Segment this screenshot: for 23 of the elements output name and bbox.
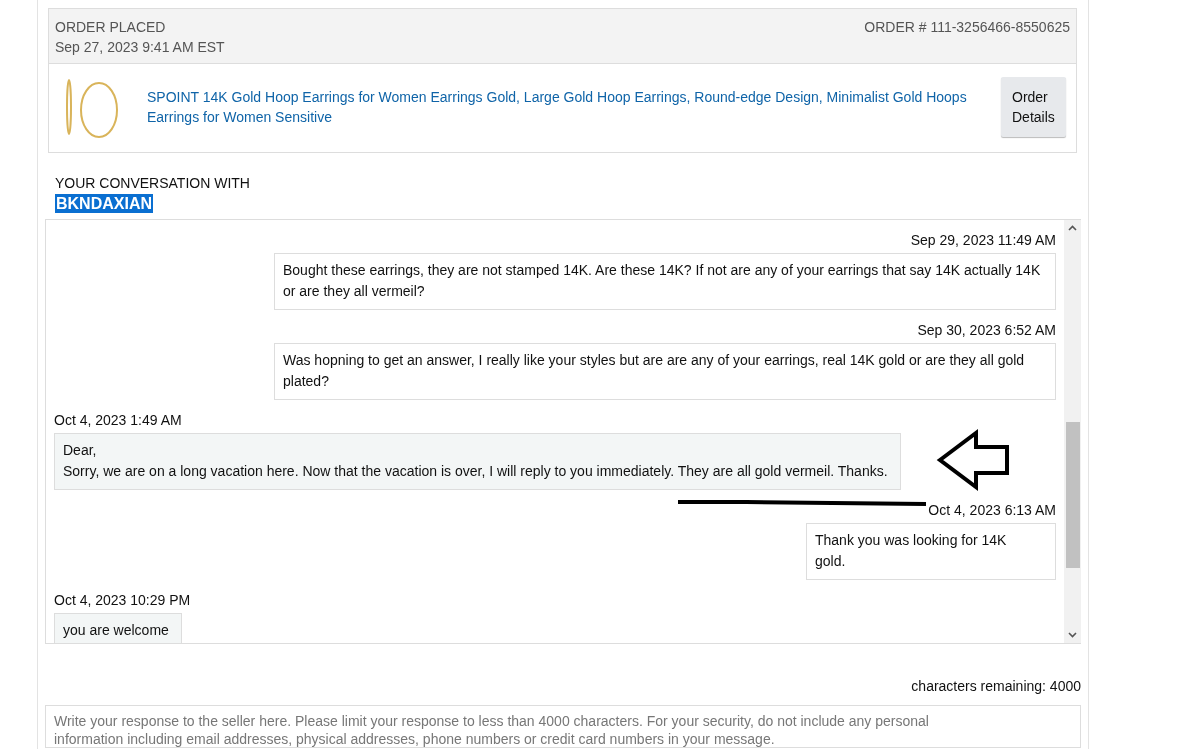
message-bubble: Dear, Sorry, we are on a long vacation here. Now that the vacation is over, I will reply to you immediately. They are all gold vermeil. Thanks. <box>54 433 901 490</box>
conversation-heading: YOUR CONVERSATION WITH <box>55 175 251 192</box>
product-link[interactable]: SPOINT 14K Gold Hoop Earrings for Women Earrings Gold, Large Gold Hoop Earrings, Round-edge Design, Minimalist Gold Hoops Earrings for Women Sensitive <box>147 87 977 127</box>
message-timestamp: Oct 4, 2023 6:13 AM <box>928 502 1056 519</box>
response-field[interactable]: Write your response to the seller here. Please limit your response to less than 4000 characters. For your security, do not include any personal information including email addresses, physical addresses, phone numbers or credit card numbers in your message. <box>45 705 1081 748</box>
scroll-down-icon[interactable] <box>1068 632 1077 638</box>
scroll-thumb[interactable] <box>1066 422 1080 568</box>
seller-name[interactable]: BKNDAXIAN <box>55 194 153 213</box>
order-number: ORDER # 111-3256466-8550625 <box>864 18 1070 37</box>
characters-remaining: characters remaining: 4000 <box>910 678 1081 695</box>
scrollbar[interactable] <box>1064 220 1081 643</box>
message-bubble: Bought these earrings, they are not stamped 14K. Are these 14K? If not are any of your earrings that say 14K actually 14K or are they all vermeil? <box>274 253 1056 310</box>
order-date: Sep 27, 2023 9:41 AM EST <box>55 38 225 57</box>
order-placed-label: ORDER PLACED <box>55 18 167 37</box>
message-timestamp: Sep 29, 2023 11:49 AM <box>910 232 1056 249</box>
message-bubble: Thank you was looking for 14K gold. <box>806 523 1056 580</box>
order-details-button[interactable]: Order Details <box>1001 77 1066 137</box>
message-timestamp: Sep 30, 2023 6:52 AM <box>917 322 1056 339</box>
scroll-up-icon[interactable] <box>1068 225 1077 231</box>
message-bubble: Was hopning to get an answer, I really like your styles but are are any of your earrings, real 14K gold or are they all gold plated? <box>274 343 1056 400</box>
message-bubble: you are welcome <box>54 613 182 643</box>
message-timestamp: Oct 4, 2023 1:49 AM <box>54 412 182 429</box>
message-timestamp: Oct 4, 2023 10:29 PM <box>54 592 191 609</box>
